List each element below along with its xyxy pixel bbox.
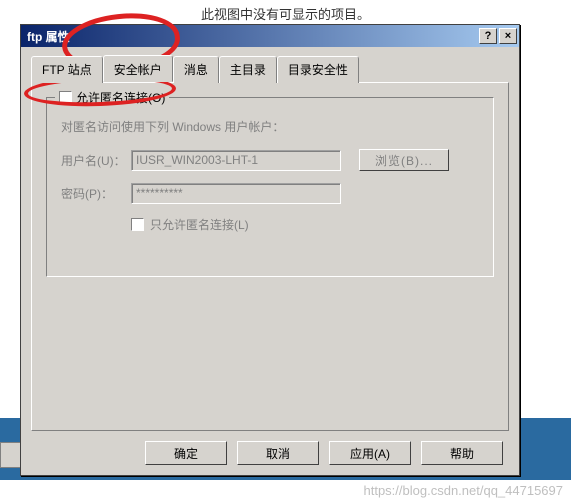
password-label: 密码(P)： [61,185,131,202]
tab-home-directory[interactable]: 主目录 [219,56,277,83]
allow-anonymous-label: 允许匿名连接(O) [76,89,165,106]
tabpanel-security: 允许匿名连接(O) 对匿名访问使用下列 Windows 用户帐户： 用户名(U)… [31,82,509,431]
view-empty-caption: 此视图中没有可显示的项目。 [0,0,571,25]
tab-messages[interactable]: 消息 [173,56,219,83]
anonymous-desc: 对匿名访问使用下列 Windows 用户帐户： [61,118,479,135]
tab-ftp-site[interactable]: FTP 站点 [31,56,103,83]
only-anonymous-label: 只允许匿名连接(L) [150,216,249,233]
username-row: 用户名(U)： IUSR_WIN2003-LHT-1 浏览(B)... [61,149,479,171]
allow-anonymous-row: 允许匿名连接(O) [55,89,169,106]
cancel-button[interactable]: 取消 [237,441,319,465]
help-button[interactable]: 帮助 [421,441,503,465]
password-field[interactable]: ********** [131,183,341,204]
dialog-button-row: 确定 取消 应用(A) 帮助 [31,431,509,465]
anonymous-groupbox: 允许匿名连接(O) 对匿名访问使用下列 Windows 用户帐户： 用户名(U)… [46,97,494,277]
dialog-body: FTP 站点 安全帐户 消息 主目录 目录安全性 允许匿名连接(O) 对匿名访问… [21,47,519,475]
dialog-titlebar: ftp 属性 ? × [21,25,519,47]
close-icon[interactable]: × [499,28,517,44]
help-icon[interactable]: ? [479,28,497,44]
username-field[interactable]: IUSR_WIN2003-LHT-1 [131,150,341,171]
tab-security-accounts[interactable]: 安全帐户 [103,55,173,82]
only-anonymous-row: 只允许匿名连接(L) [131,216,479,233]
tabstrip: FTP 站点 安全帐户 消息 主目录 目录安全性 [31,55,509,82]
only-anonymous-checkbox[interactable] [131,218,144,231]
allow-anonymous-checkbox[interactable] [59,91,72,104]
ok-button[interactable]: 确定 [145,441,227,465]
password-row: 密码(P)： ********** [61,183,479,204]
watermark: https://blog.csdn.net/qq_44715697 [364,483,564,498]
tab-directory-security[interactable]: 目录安全性 [277,56,359,83]
properties-dialog: ftp 属性 ? × FTP 站点 安全帐户 消息 主目录 目录安全性 允许匿名… [20,24,520,476]
apply-button[interactable]: 应用(A) [329,441,411,465]
browse-button[interactable]: 浏览(B)... [359,149,449,171]
dialog-title: ftp 属性 [27,28,477,45]
username-label: 用户名(U)： [61,152,131,169]
